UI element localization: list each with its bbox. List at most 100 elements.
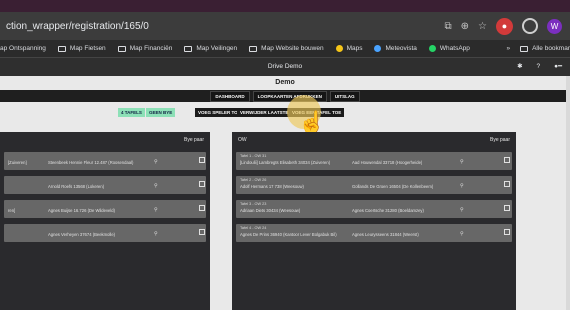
partner-name: Arnold Roefs 13568 (Lokeren) xyxy=(48,184,105,189)
partner-name: Agnes Coertsche 31280 (Boeldamzey) xyxy=(352,208,424,213)
translate-icon[interactable]: ⧉ xyxy=(445,21,452,32)
panel-header: Bye paar xyxy=(0,132,210,148)
bookmark-label: Map Website bouwen xyxy=(261,45,324,52)
search-icon[interactable]: ⚲ xyxy=(154,207,158,213)
list-item[interactable]: Arnold Roefs 13568 (Lokeren) ⚲ xyxy=(4,176,206,194)
extension-icon[interactable]: ● xyxy=(496,17,513,35)
app-titlebar: Drive Demo ✱ ? ●━ xyxy=(0,58,570,76)
bye-checkbox[interactable] xyxy=(504,157,510,163)
address-bar: ction_wrapper/registration/165/0 ⧉ ⊕ ☆ ●… xyxy=(0,12,570,40)
bye-checkbox[interactable] xyxy=(199,181,205,187)
table-label: Tafel 2 - OW 26 xyxy=(240,178,267,182)
folder-icon xyxy=(520,45,529,52)
table-row[interactable]: Tafel 1 - OW 31 [Lindoulii] Lambregts El… xyxy=(236,152,512,170)
table-label: Tafel 4 - OW 24 xyxy=(240,226,267,230)
profile-avatar[interactable]: W xyxy=(547,18,562,34)
bookmark-item[interactable]: Meteovista xyxy=(374,45,417,52)
browser-toolbar: ⧉ ⊕ ☆ ● W xyxy=(445,17,570,35)
left-panel: Bye paar [Zuiveren] Steenbeek Hennie Fle… xyxy=(0,132,210,310)
bye-checkbox[interactable] xyxy=(199,229,205,235)
partner-name: Agnes Verheyen 37674 (Beekmolle) xyxy=(48,232,116,237)
extensions-puzzle-icon[interactable] xyxy=(522,18,538,34)
bookmark-item[interactable]: Map Website bouwen xyxy=(249,45,324,52)
window-controls: ✱ ? ●━ xyxy=(517,58,562,76)
partner-name: Aad Houwendal 33718 (Hoogerheide) xyxy=(352,160,423,165)
bookmark-item[interactable]: Map Veilingen xyxy=(184,45,237,52)
search-icon[interactable]: ⚲ xyxy=(460,159,464,165)
right-panel: OW Bye paar Tafel 1 - OW 31 [Lindoulii] L… xyxy=(232,132,516,310)
table-row[interactable]: Tafel 4 - OW 24 Agnes De Prins 36940 (Ka… xyxy=(236,224,512,242)
search-icon[interactable]: ⚲ xyxy=(154,183,158,189)
bye-pair-label: Bye paar xyxy=(489,137,510,143)
all-bookmarks-label: Alle bookmar xyxy=(532,45,570,52)
bye-checkbox[interactable] xyxy=(504,205,510,211)
partner-name: Gollands De Groen 16504 (De Kollenbeem) xyxy=(352,184,434,189)
url-field[interactable]: ction_wrapper/registration/165/0 xyxy=(0,21,445,32)
table-row[interactable]: Tafel 3 - OW 23 Adriaan Diets 30434 (Wee… xyxy=(236,200,512,218)
bookmark-label: WhatsApp xyxy=(439,45,470,52)
bookmarks-right: » Alle bookmar xyxy=(506,45,570,52)
bookmark-label: Map Veilingen xyxy=(196,45,238,52)
geen-bye-badge: GEEN BYE xyxy=(146,108,176,117)
player-name: [Lindoulii] Lambregts Elisabeth 34034 (Z… xyxy=(240,160,331,165)
bye-checkbox[interactable] xyxy=(199,157,205,163)
player-name: [Zuiveren] xyxy=(8,160,27,165)
all-bookmarks-button[interactable]: Alle bookmar xyxy=(520,45,570,52)
ow-label: OW xyxy=(238,137,247,143)
bookmarks-overflow-button[interactable]: » xyxy=(506,45,510,52)
scrollbar[interactable] xyxy=(566,76,570,310)
toggle-icon[interactable]: ●━ xyxy=(554,58,562,76)
search-icon[interactable]: ⚲ xyxy=(460,183,464,189)
bye-pair-label: Bye paar xyxy=(183,137,204,143)
partner-name: Agnes Leurysseens 31844 (Weerst) xyxy=(352,232,419,237)
window-title: Drive Demo xyxy=(267,63,303,70)
bookmark-star-icon[interactable]: ☆ xyxy=(478,21,487,32)
nav-uitslag[interactable]: UITSLAG xyxy=(329,90,360,102)
bookmark-item[interactable]: WhatsApp xyxy=(428,45,470,52)
bookmark-item[interactable]: Map Fietsen xyxy=(57,45,106,52)
bye-checkbox[interactable] xyxy=(199,205,205,211)
app-page: Demo DASHBOARD LOOPKAARTEN AFDRUKKEN UIT… xyxy=(0,76,570,310)
help-icon[interactable]: ? xyxy=(537,58,541,76)
folder-icon xyxy=(117,45,126,52)
bookmark-label: Map Fietsen xyxy=(69,45,106,52)
tafels-badge: 4 TAFELS xyxy=(118,108,145,117)
partner-name: Agnes Buijse 16.726 (De Wildeveld) xyxy=(48,208,116,213)
maps-icon xyxy=(335,45,343,52)
bookmark-label: Meteovista xyxy=(385,45,417,52)
search-icon[interactable]: ⚲ xyxy=(460,231,464,237)
list-item[interactable]: Agnes Verheyen 37674 (Beekmolle) ⚲ xyxy=(4,224,206,242)
bye-checkbox[interactable] xyxy=(504,229,510,235)
folder-icon xyxy=(249,45,258,52)
bye-checkbox[interactable] xyxy=(504,181,510,187)
action-row: 4 TAFELS GEEN BYE VOEG SPELER TOE VERWIJ… xyxy=(0,108,570,128)
table-row[interactable]: Tafel 2 - OW 26 Adolf Hermans 17 738 (We… xyxy=(236,176,512,194)
list-item[interactable]: ren] Agnes Buijse 16.726 (De Wildeveld) … xyxy=(4,200,206,218)
bookmark-item[interactable]: Maps xyxy=(335,45,362,52)
table-label: Tafel 3 - OW 23 xyxy=(240,202,267,206)
folder-icon xyxy=(57,45,66,52)
zoom-icon[interactable]: ⊕ xyxy=(461,21,469,32)
whatsapp-icon xyxy=(428,45,436,52)
bookmark-label: Map Financiën xyxy=(129,45,173,52)
search-icon[interactable]: ⚲ xyxy=(154,159,158,165)
bookmark-item[interactable]: ap Ontspanning xyxy=(0,45,46,52)
player-name: Agnes De Prins 36940 (Kantoor Lever Bolg… xyxy=(240,232,337,237)
search-icon[interactable]: ⚲ xyxy=(154,231,158,237)
browser-top-strip xyxy=(0,0,570,12)
partner-name: Steenbeek Hennie Fleur 12.487 (Roosendaa… xyxy=(48,160,134,165)
meteo-icon xyxy=(374,45,382,52)
nav-dashboard[interactable]: DASHBOARD xyxy=(210,90,250,102)
player-name: Adolf Hermans 17 738 (Weesouw) xyxy=(240,184,304,189)
table-label: Tafel 1 - OW 31 xyxy=(240,154,267,158)
panel-header: OW Bye paar xyxy=(232,132,516,148)
bookmark-item[interactable]: Map Financiën xyxy=(117,45,173,52)
right-rows: Tafel 1 - OW 31 [Lindoulii] Lambregts El… xyxy=(232,148,516,242)
folder-icon xyxy=(184,45,193,52)
main-nav: DASHBOARD LOOPKAARTEN AFDRUKKEN UITSLAG xyxy=(0,90,570,102)
settings-icon[interactable]: ✱ xyxy=(517,58,522,76)
page-brand: Demo xyxy=(275,79,295,86)
search-icon[interactable]: ⚲ xyxy=(460,207,464,213)
left-rows: [Zuiveren] Steenbeek Hennie Fleur 12.487… xyxy=(0,148,210,242)
list-item[interactable]: [Zuiveren] Steenbeek Hennie Fleur 12.487… xyxy=(4,152,206,170)
